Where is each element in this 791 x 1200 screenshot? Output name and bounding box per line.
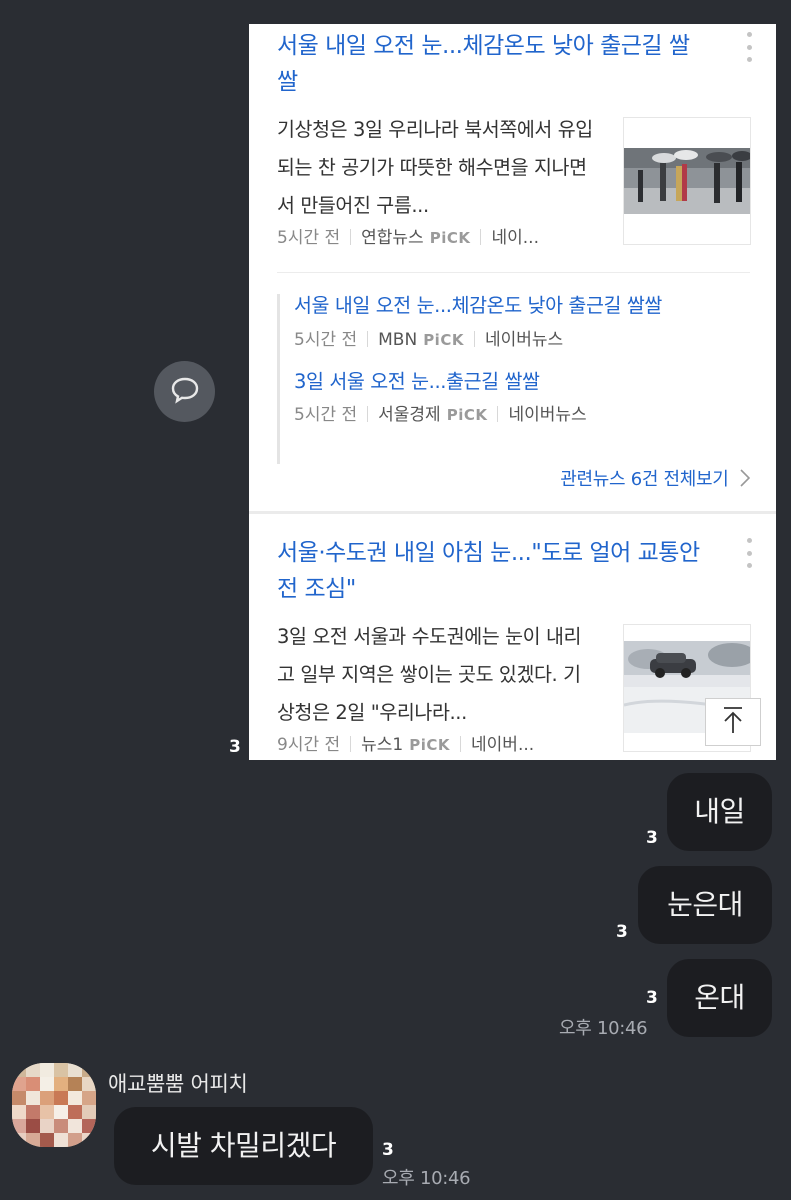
news-age: 5시간 전 [277, 228, 341, 248]
message-text: 내일 [694, 795, 745, 828]
news-source[interactable]: 연합뉴스 [361, 228, 424, 248]
related-news-title[interactable]: 서울 내일 오전 눈...체감온도 낮아 출근길 쌀쌀 [294, 292, 662, 320]
unread-count: 3 [646, 828, 658, 848]
scroll-to-top-button[interactable] [705, 698, 761, 746]
news-article-summary: 기상청은 3일 우리나라 북서쪽에서 유입되는 찬 공기가 따뜻한 해수면을 지… [277, 118, 593, 217]
sent-message-bubble[interactable]: 눈은대 [638, 866, 772, 944]
meta-divider [473, 331, 475, 347]
speech-bubble-icon [170, 376, 200, 408]
unread-count: 3 [616, 922, 628, 942]
pick-badge: PiCK [446, 406, 488, 424]
related-news-title[interactable]: 3일 서울 오전 눈...출근길 쌀쌀 [294, 368, 540, 396]
news-platform[interactable]: 네이버뉴스 [508, 405, 586, 425]
more-link-label: 관련뉴스 6건 전체보기 [560, 469, 729, 490]
news-source[interactable]: 뉴스1 [361, 735, 403, 755]
news-article[interactable]: 서울·수도권 내일 아침 눈..."도로 얼어 교통안전 조심" 3일 오전 서… [249, 514, 776, 760]
sender-name: 애교뿜뿜 어피치 [108, 1072, 248, 1096]
unread-count: 3 [382, 1140, 394, 1160]
message-timestamp: 오후 10:46 [559, 1018, 648, 1039]
news-platform[interactable]: 네이버... [471, 735, 534, 755]
divider [277, 272, 750, 273]
news-article-meta: 5시간 전 연합뉴스 PiCK 네이... [277, 227, 607, 249]
news-platform[interactable]: 네이... [491, 228, 539, 248]
news-article[interactable]: 서울 내일 오전 눈...체감온도 낮아 출근길 쌀쌀 기상청은 3일 우리나라… [249, 24, 776, 511]
news-platform[interactable]: 네이버뉴스 [485, 330, 563, 350]
meta-divider [350, 229, 352, 245]
shared-news-card[interactable]: 서울 내일 오전 눈...체감온도 낮아 출근길 쌀쌀 기상청은 3일 우리나라… [249, 24, 776, 760]
message-timestamp: 오후 10:46 [382, 1168, 471, 1189]
related-news-meta: 5시간 전 MBN PiCK 네이버뉴스 [294, 329, 563, 351]
message-text: 시발 차밀리겠다 [150, 1129, 337, 1162]
sent-message-bubble[interactable]: 온대 [667, 959, 772, 1037]
meta-divider [350, 736, 352, 752]
meta-divider [367, 331, 369, 347]
received-message-bubble[interactable]: 시발 차밀리겠다 [114, 1107, 373, 1185]
unread-count: 3 [229, 737, 241, 757]
news-age: 5시간 전 [294, 405, 358, 425]
news-article-meta: 9시간 전 뉴스1 PiCK 네이버... [277, 734, 607, 756]
more-options-icon[interactable] [744, 32, 754, 62]
related-news-list: 서울 내일 오전 눈...체감온도 낮아 출근길 쌀쌀 5시간 전 MBN PiCK… [277, 294, 750, 464]
meta-divider [480, 229, 482, 245]
pick-badge: PiCK [423, 331, 464, 349]
news-source[interactable]: MBN [378, 330, 417, 350]
share-button[interactable] [154, 361, 215, 422]
snowy-street-thumbnail[interactable] [623, 117, 751, 245]
news-age: 5시간 전 [294, 330, 358, 350]
sent-message-bubble[interactable]: 내일 [667, 773, 772, 851]
news-article-title[interactable]: 서울 내일 오전 눈...체감온도 낮아 출근길 쌀쌀 [277, 28, 707, 100]
message-text: 온대 [694, 981, 745, 1014]
news-source[interactable]: 서울경제 [378, 405, 441, 425]
pick-badge: PiCK [429, 229, 471, 247]
pick-badge: PiCK [409, 736, 451, 754]
related-news-more-link[interactable]: 관련뉴스 6건 전체보기 [560, 468, 751, 494]
news-age: 9시간 전 [277, 735, 341, 755]
news-article-summary: 3일 오전 서울과 수도권에는 눈이 내리고 일부 지역은 쌓이는 곳도 있겠다… [277, 625, 582, 724]
meta-divider [497, 406, 499, 422]
chevron-right-icon [740, 469, 751, 494]
news-article-title[interactable]: 서울·수도권 내일 아침 눈..."도로 얼어 교통안전 조심" [277, 535, 717, 607]
meta-divider [460, 736, 462, 752]
more-options-icon[interactable] [744, 538, 754, 568]
message-text: 눈은대 [667, 888, 743, 921]
unread-count: 3 [646, 988, 658, 1008]
related-news-meta: 5시간 전 서울경제 PiCK 네이버뉴스 [294, 404, 587, 426]
arrow-up-icon [722, 706, 744, 738]
meta-divider [367, 406, 369, 422]
sender-avatar[interactable] [12, 1063, 96, 1147]
